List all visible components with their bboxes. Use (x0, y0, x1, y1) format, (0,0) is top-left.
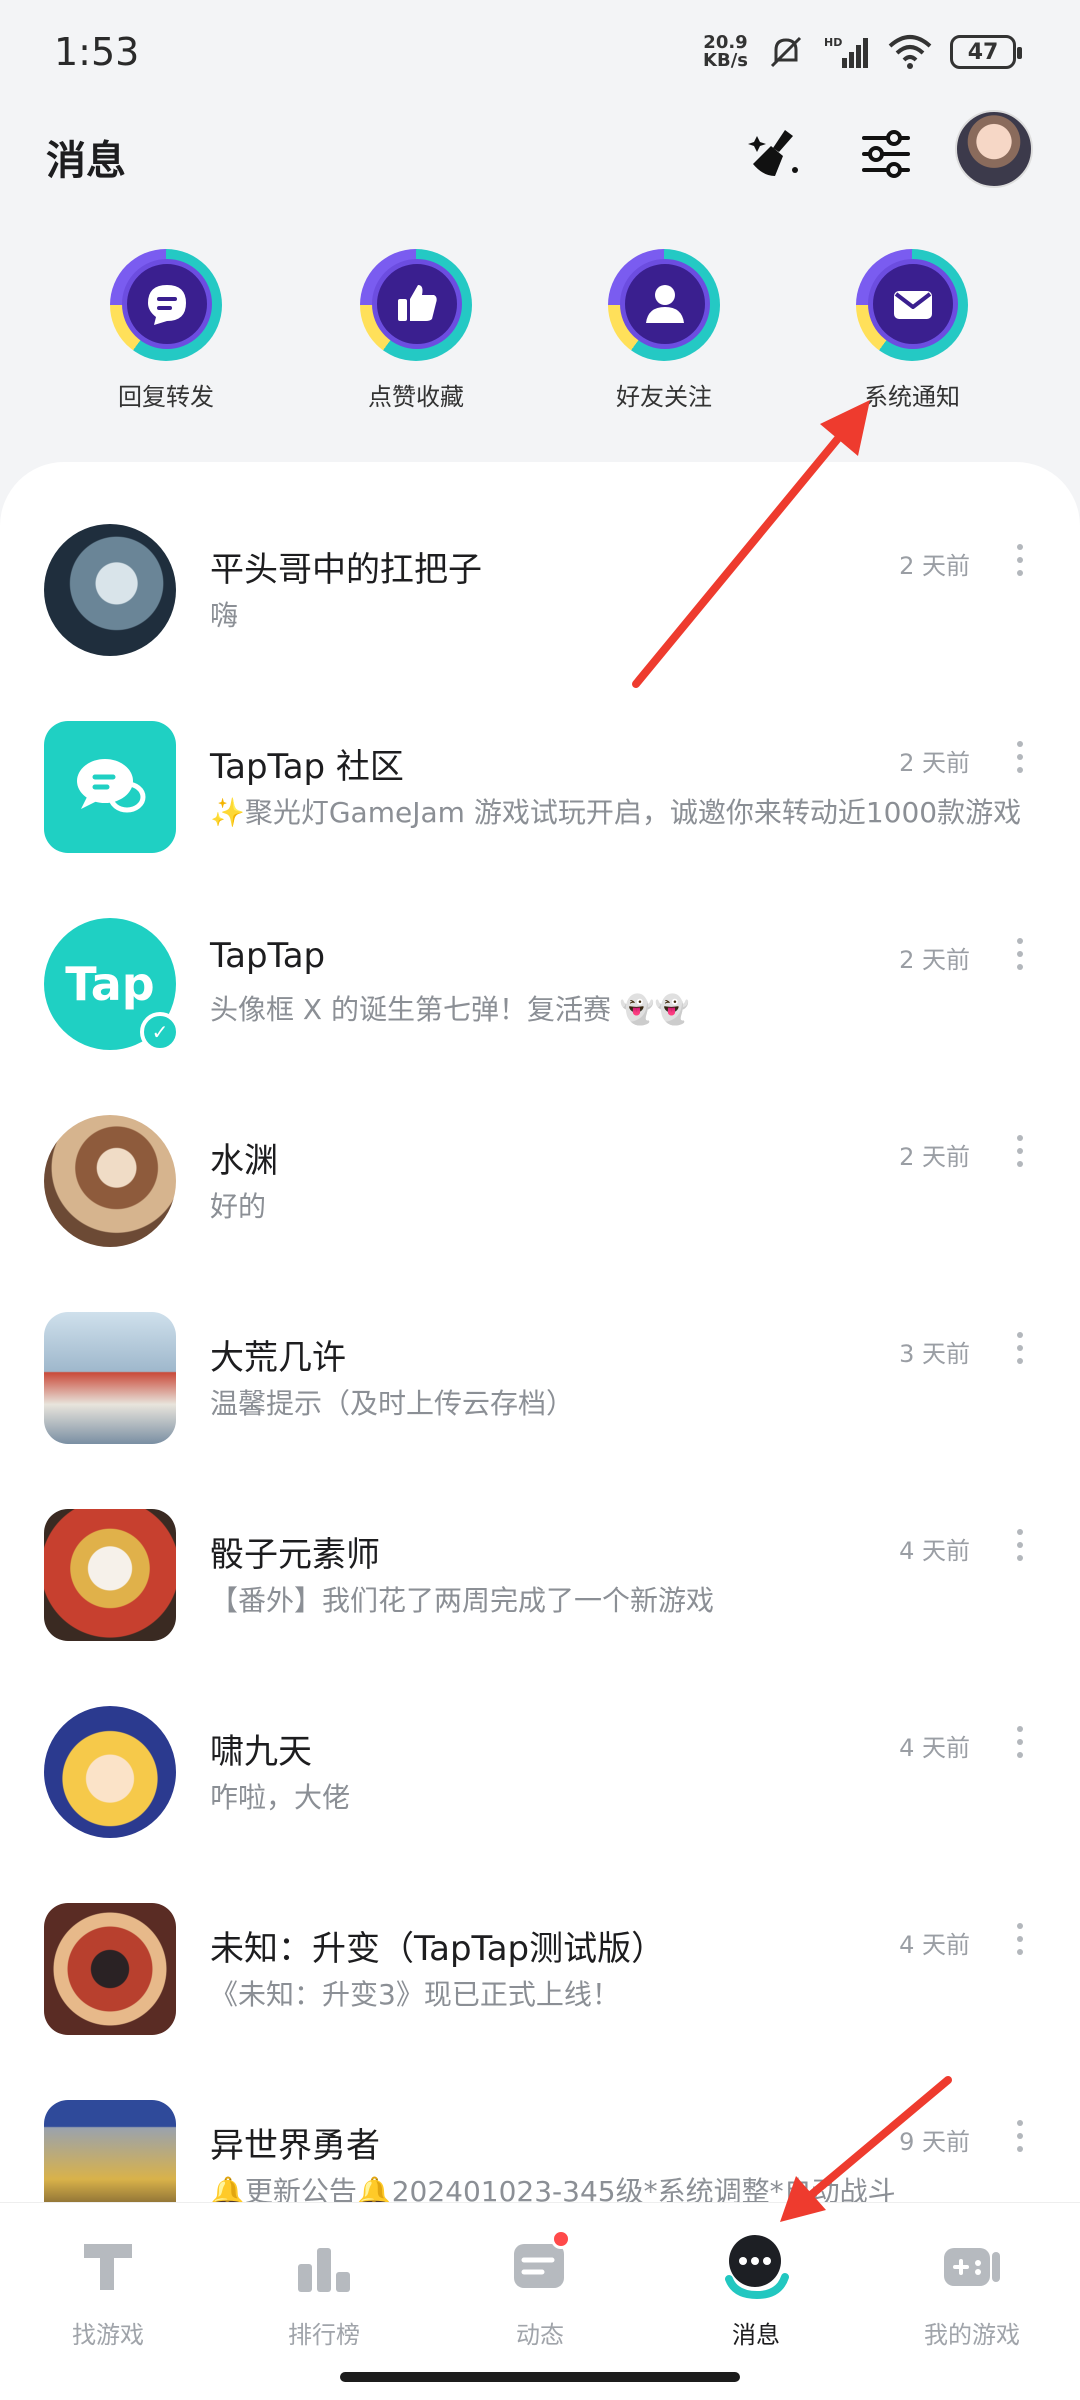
tab-find-game[interactable]: 找游戏 (0, 2231, 216, 2350)
svg-text:HD: HD (824, 36, 842, 49)
message-preview: 头像框 X 的诞生第七弹！复活赛 👻👻 (210, 993, 690, 1026)
message-time: 9 天前 (899, 2128, 970, 2156)
status-time: 1:53 (54, 30, 140, 74)
message-time: 2 天前 (899, 946, 970, 974)
tab-messages[interactable]: 消息 (648, 2231, 864, 2350)
status-bar: 1:53 20.9 KB/s HD 47 (0, 0, 1080, 110)
list-item[interactable]: 骰子元素师 【番外】我们花了两周完成了一个新游戏 4 天前 (0, 1465, 1080, 1662)
message-time: 2 天前 (899, 749, 970, 777)
message-icon (725, 2235, 789, 2300)
tab-my-games[interactable]: 我的游戏 (864, 2231, 1080, 2350)
message-settings-button[interactable] (846, 114, 926, 194)
message-preview: 《未知：升变3》现已正式上线！ (210, 1978, 620, 2011)
more-options-icon[interactable] (1010, 1919, 1030, 1959)
mail-icon (894, 291, 932, 319)
cellular-signal-icon: HD (824, 36, 868, 68)
mute-icon (770, 36, 802, 68)
avatar (44, 524, 176, 656)
more-options-icon[interactable] (1010, 1525, 1030, 1565)
battery-indicator: 47 (950, 35, 1022, 69)
status-icons: 20.9 KB/s HD 47 (703, 32, 1022, 72)
filter-settings-icon (862, 130, 910, 178)
more-options-icon[interactable] (1010, 2116, 1030, 2156)
quick-reply-forward[interactable]: 回复转发 (66, 245, 266, 412)
message-title: 平头哥中的扛把子 (210, 550, 482, 590)
list-item[interactable]: 水渊 好的 2 天前 (0, 1071, 1080, 1268)
quick-friend-follow[interactable]: 好友关注 (564, 245, 764, 412)
page-title: 消息 (46, 138, 126, 184)
avatar (44, 1706, 176, 1838)
more-options-icon[interactable] (1010, 737, 1030, 777)
avatar (44, 1509, 176, 1641)
message-title: 水渊 (210, 1141, 278, 1181)
avatar (44, 2100, 176, 2202)
home-indicator (340, 2372, 740, 2382)
message-time: 2 天前 (899, 552, 970, 580)
list-item[interactable]: 未知：升变（TapTap测试版） 《未知：升变3》现已正式上线！ 4 天前 (0, 1859, 1080, 2056)
message-title: 骰子元素师 (210, 1535, 380, 1575)
message-preview: 温馨提示（及时上传云存档） (210, 1387, 575, 1420)
message-time: 4 天前 (899, 1734, 970, 1762)
thumbs-up-icon (398, 285, 437, 321)
network-speed: 20.9 KB/s (703, 32, 748, 71)
message-title: 未知：升变（TapTap测试版） (210, 1929, 666, 1969)
page-header: 消息 (0, 110, 1080, 230)
message-preview: 嗨 (210, 599, 239, 632)
my-games-icon (944, 2248, 1000, 2286)
message-preview: 咋啦，大佬 (210, 1781, 351, 1814)
list-item[interactable]: TapTap 社区 ✨聚光灯GameJam 游戏试玩开启，诚邀你来转动近1000… (0, 677, 1080, 874)
more-options-icon[interactable] (1010, 1328, 1030, 1368)
message-preview: 【番外】我们花了两周完成了一个新游戏 (210, 1584, 715, 1617)
ranking-icon (298, 2248, 350, 2292)
message-title: 啸九天 (210, 1732, 312, 1772)
bottom-navigation: 找游戏 排行榜 动态 消息 我的游戏 (0, 2202, 1080, 2400)
more-options-icon[interactable] (1010, 934, 1030, 974)
reply-chat-icon (148, 285, 186, 325)
list-item[interactable]: 异世界勇者 🔔更新公告🔔202401023-345级*系统调整*自动战斗 9 天… (0, 2056, 1080, 2202)
more-options-icon[interactable] (1010, 1131, 1030, 1171)
find-game-icon (84, 2244, 132, 2290)
broom-icon (748, 130, 798, 176)
tab-feed[interactable]: 动态 (432, 2229, 648, 2350)
message-time: 4 天前 (899, 1537, 970, 1565)
verified-badge-icon: ✓ (140, 1012, 180, 1052)
message-time: 3 天前 (899, 1340, 970, 1368)
list-item[interactable]: 平头哥中的扛把子 嗨 2 天前 (0, 480, 1080, 677)
message-title: TapTap 社区 (210, 747, 404, 787)
taptap-logo: Tap (65, 957, 155, 1011)
message-title: TapTap (210, 936, 326, 976)
avatar: Tap ✓ (44, 918, 180, 1052)
message-time: 4 天前 (899, 1931, 970, 1959)
message-preview: ✨聚光灯GameJam 游戏试玩开启，诚邀你来转动近1000款游戏 (210, 796, 1022, 829)
message-title: 大荒几许 (210, 1338, 346, 1378)
more-options-icon[interactable] (1010, 540, 1030, 580)
wifi-icon (888, 35, 932, 69)
list-item[interactable]: 大荒几许 温馨提示（及时上传云存档） 3 天前 (0, 1268, 1080, 1465)
tab-ranking[interactable]: 排行榜 (216, 2231, 432, 2350)
user-avatar[interactable] (955, 110, 1033, 188)
message-preview: 🔔更新公告🔔202401023-345级*系统调整*自动战斗 (210, 2175, 896, 2202)
person-icon (646, 285, 684, 323)
clear-unread-button[interactable] (735, 114, 815, 194)
list-item[interactable]: Tap ✓ TapTap 头像框 X 的诞生第七弹！复活赛 👻👻 2 天前 (0, 874, 1080, 1071)
quick-actions: 回复转发 点赞收藏 好友关注 系统通知 (0, 245, 1080, 425)
quick-system-notice[interactable]: 系统通知 (812, 245, 1012, 412)
message-time: 2 天前 (899, 1143, 970, 1171)
new-badge (551, 2229, 571, 2249)
quick-likes-favorites[interactable]: 点赞收藏 (316, 245, 516, 412)
more-options-icon[interactable] (1010, 1722, 1030, 1762)
avatar (44, 721, 176, 853)
message-list: 平头哥中的扛把子 嗨 2 天前 TapTap 社区 ✨聚光灯GameJam 游戏… (0, 462, 1080, 2202)
list-item[interactable]: 啸九天 咋啦，大佬 4 天前 (0, 1662, 1080, 1859)
avatar (44, 1312, 176, 1444)
message-title: 异世界勇者 (210, 2126, 380, 2166)
message-preview: 好的 (210, 1190, 267, 1223)
avatar (44, 1115, 176, 1247)
avatar (44, 1903, 176, 2035)
community-chat-icon (77, 759, 146, 813)
